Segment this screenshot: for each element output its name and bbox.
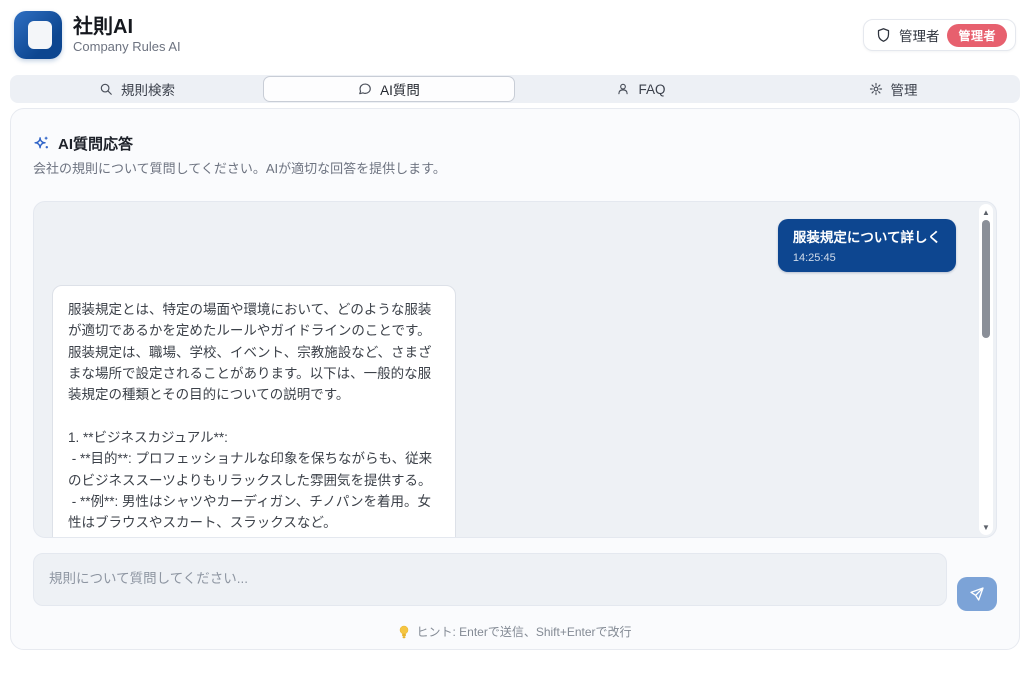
send-paper-plane-icon — [970, 587, 984, 601]
search-icon — [100, 83, 112, 95]
ai-message-bubble: 服装規定とは、特定の場面や環境において、どのような服装が適切であるかを定めたルー… — [52, 284, 456, 537]
tab-label: FAQ — [638, 81, 666, 97]
send-button[interactable] — [957, 577, 997, 611]
chat-bubble-icon — [359, 83, 371, 95]
section-title: AI質問応答 — [58, 136, 134, 153]
shield-icon — [877, 28, 890, 42]
tab-ai-question[interactable]: AI質問 — [263, 76, 515, 102]
scroll-up-icon[interactable]: ▲ — [979, 206, 993, 218]
user-role-pill[interactable]: 管理者 管理者 — [862, 19, 1016, 51]
app-header: 社則AI Company Rules AI 管理者 管理者 — [0, 0, 1030, 67]
scroll-down-icon[interactable]: ▼ — [979, 521, 993, 533]
question-input[interactable] — [33, 553, 947, 606]
sparkles-icon — [34, 136, 49, 149]
role-badge: 管理者 — [947, 23, 1007, 47]
tab-rule-search[interactable]: 規則検索 — [11, 76, 263, 102]
tab-label: AI質問 — [380, 83, 420, 98]
hint-text: ヒント: Enterで送信、Shift+Enterで改行 — [416, 625, 632, 639]
person-icon — [618, 83, 629, 95]
app-logo-icon — [14, 11, 62, 59]
app-title: 社則AI — [73, 16, 133, 38]
chat-scrollbar[interactable]: ▲ ▼ — [979, 204, 993, 535]
tab-faq[interactable]: FAQ — [515, 76, 767, 102]
gear-icon — [869, 82, 882, 96]
user-message-bubble: 服装規定について詳しく 14:25:45 — [777, 219, 956, 272]
chat-message-list: 服装規定について詳しく 14:25:45 服装規定とは、特定の場面や環境において… — [33, 201, 997, 538]
section-subtitle: 会社の規則について質問してください。AIが適切な回答を提供します。 — [33, 161, 446, 176]
user-message-text: 服装規定について詳しく — [792, 230, 941, 245]
tab-label: 規則検索 — [121, 83, 175, 98]
lightbulb-icon — [400, 625, 409, 638]
scrollbar-thumb[interactable] — [982, 220, 990, 338]
input-hint: ヒント: Enterで送信、Shift+Enterで改行 — [33, 623, 997, 640]
app-subtitle: Company Rules AI — [73, 39, 181, 54]
tab-label: 管理 — [890, 83, 918, 98]
user-message-time: 14:25:45 — [792, 251, 836, 264]
role-label: 管理者 — [898, 29, 940, 44]
brand: 社則AI Company Rules AI — [14, 11, 181, 59]
tab-admin[interactable]: 管理 — [767, 76, 1019, 102]
ai-question-panel: AI質問応答 会社の規則について質問してください。AIが適切な回答を提供します。… — [10, 108, 1020, 650]
main-tabbar: 規則検索 AI質問 FAQ 管理 — [10, 75, 1020, 103]
document-icon — [27, 21, 52, 49]
